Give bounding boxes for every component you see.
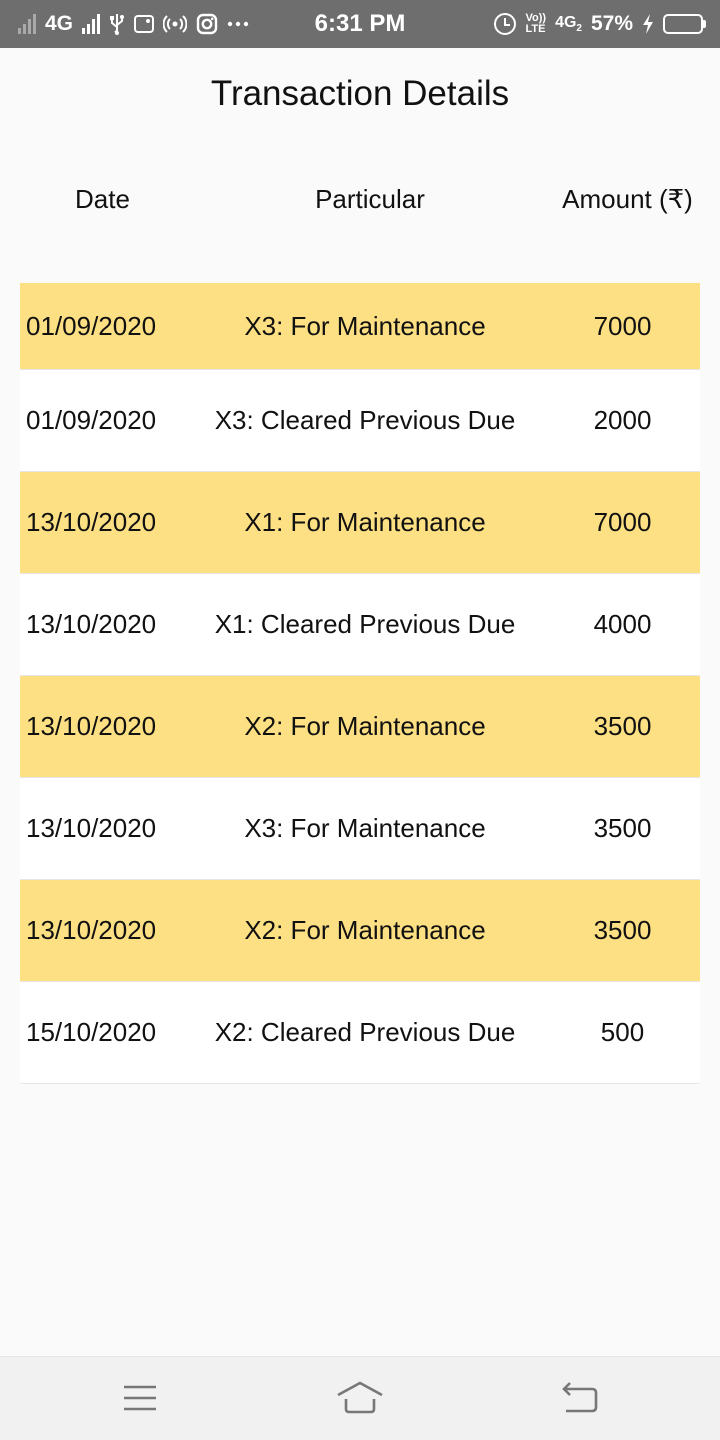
- battery-percent: 57%: [590, 12, 633, 35]
- row-date: 01/09/2020: [26, 405, 157, 435]
- row-particular: X1: Cleared Previous Due: [214, 609, 516, 639]
- volte-bottom: LTE: [525, 23, 546, 35]
- transaction-table: 01/09/2020 X3: For Maintenance 7000 01/0…: [20, 283, 700, 1084]
- column-header-particular: Particular: [315, 184, 425, 214]
- row-particular: X3: Cleared Previous Due: [214, 405, 516, 435]
- row-amount: 4000: [593, 609, 652, 639]
- network-type-right: 4G2: [555, 14, 582, 34]
- table-row[interactable]: 13/10/2020 X2: For Maintenance 3500: [20, 880, 700, 982]
- battery-icon: [663, 14, 706, 34]
- row-particular: X3: For Maintenance: [244, 813, 486, 843]
- page-title: Transaction Details: [210, 74, 510, 113]
- more-notifications-icon: [227, 21, 249, 27]
- back-button[interactable]: [550, 1375, 610, 1421]
- table-row[interactable]: 15/10/2020 X2: Cleared Previous Due 500: [20, 982, 700, 1084]
- status-bar: 4G 6:31 PM Vo)) LTE 4G2 57%: [0, 0, 720, 48]
- volte-indicator: Vo)) LTE: [525, 13, 546, 35]
- row-date: 13/10/2020: [26, 507, 157, 537]
- row-date: 13/10/2020: [26, 915, 157, 945]
- table-row[interactable]: 01/09/2020 X3: Cleared Previous Due 2000: [20, 370, 700, 472]
- table-row[interactable]: 01/09/2020 X3: For Maintenance 7000: [20, 283, 700, 370]
- table-row[interactable]: 13/10/2020 X2: For Maintenance 3500: [20, 676, 700, 778]
- row-amount: 500: [600, 1017, 645, 1047]
- table-row[interactable]: 13/10/2020 X1: Cleared Previous Due 4000: [20, 574, 700, 676]
- row-amount: 3500: [593, 915, 652, 945]
- home-icon: [337, 1381, 383, 1414]
- instagram-icon: [196, 13, 218, 35]
- row-date: 13/10/2020: [26, 711, 157, 741]
- usb-debug-icon: [134, 15, 155, 33]
- charging-icon: [643, 14, 653, 34]
- network-type-right-sub: 2: [576, 23, 582, 35]
- alarm-icon: [494, 13, 517, 35]
- row-amount: 7000: [593, 310, 652, 341]
- row-amount: 7000: [593, 507, 652, 537]
- row-particular: X2: For Maintenance: [244, 915, 486, 945]
- usb-icon: [110, 14, 125, 35]
- row-amount: 2000: [593, 405, 652, 435]
- hotspot-icon: [163, 15, 188, 33]
- table-row[interactable]: 13/10/2020 X3: For Maintenance 3500: [20, 778, 700, 880]
- row-date: 13/10/2020: [26, 813, 157, 843]
- table-row[interactable]: 13/10/2020 X1: For Maintenance 7000: [20, 472, 700, 574]
- row-date: 15/10/2020: [26, 1017, 157, 1047]
- column-header-date: Date: [75, 184, 130, 214]
- row-particular: X2: Cleared Previous Due: [214, 1017, 516, 1047]
- network-type-right-label: 4G: [555, 13, 577, 31]
- home-button[interactable]: [330, 1375, 390, 1421]
- menu-icon: [124, 1385, 156, 1411]
- signal-weak-icon: [18, 14, 36, 34]
- row-date: 01/09/2020: [26, 310, 157, 341]
- navigation-bar: [0, 1356, 720, 1440]
- network-type-left: 4G: [45, 12, 74, 35]
- column-header-amount: Amount (₹): [562, 184, 693, 214]
- row-particular: X2: For Maintenance: [244, 711, 486, 741]
- status-left: 4G: [18, 12, 249, 36]
- menu-button[interactable]: [110, 1375, 170, 1421]
- row-particular: X3: For Maintenance: [244, 310, 486, 341]
- row-particular: X1: For Maintenance: [244, 507, 486, 537]
- signal-strong-icon: [82, 14, 101, 34]
- back-icon: [562, 1382, 598, 1413]
- status-right: Vo)) LTE 4G2 57%: [494, 12, 706, 36]
- row-amount: 3500: [593, 813, 652, 843]
- row-amount: 3500: [593, 711, 652, 741]
- row-date: 13/10/2020: [26, 609, 157, 639]
